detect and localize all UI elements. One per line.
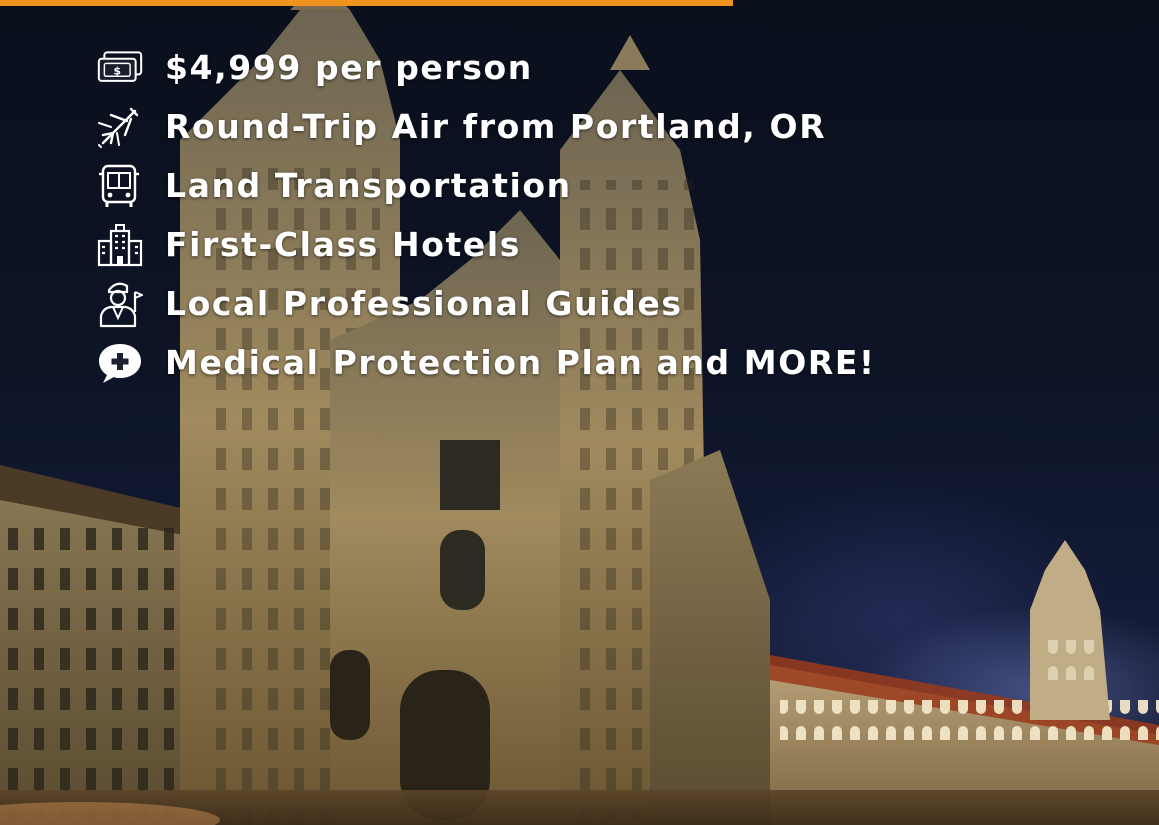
airplane-icon bbox=[97, 104, 143, 150]
medical-chat-icon bbox=[97, 340, 143, 386]
feature-label: $4,999 per person bbox=[165, 48, 533, 87]
feature-guides: Local Professional Guides bbox=[97, 274, 997, 333]
feature-transport: Land Transportation bbox=[97, 156, 997, 215]
accent-bar bbox=[0, 0, 733, 6]
feature-label: Round-Trip Air from Portland, OR bbox=[165, 107, 827, 146]
tour-guide-icon bbox=[97, 281, 143, 327]
feature-air: Round-Trip Air from Portland, OR bbox=[97, 97, 997, 156]
feature-list: $ $4,999 per person Round-Trip Air from … bbox=[97, 38, 997, 392]
feature-hotels: First-Class Hotels bbox=[97, 215, 997, 274]
feature-label: First-Class Hotels bbox=[165, 225, 522, 264]
feature-label: Local Professional Guides bbox=[165, 284, 683, 323]
money-icon: $ bbox=[97, 45, 143, 91]
feature-medical: Medical Protection Plan and MORE! bbox=[97, 333, 997, 392]
feature-label: Medical Protection Plan and MORE! bbox=[165, 343, 876, 382]
bus-icon bbox=[97, 163, 143, 209]
feature-price: $ $4,999 per person bbox=[97, 38, 997, 97]
promo-banner: $ $4,999 per person Round-Trip Air from … bbox=[0, 0, 1159, 825]
svg-text:$: $ bbox=[113, 64, 121, 77]
hotel-icon bbox=[97, 222, 143, 268]
feature-label: Land Transportation bbox=[165, 166, 572, 205]
